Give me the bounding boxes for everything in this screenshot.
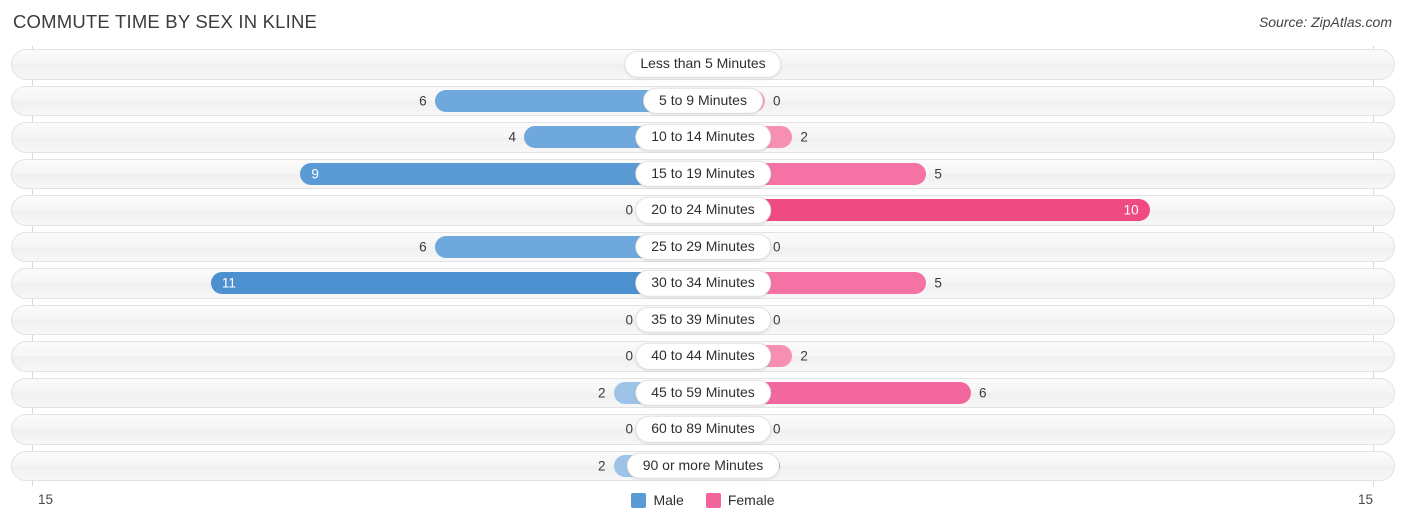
value-label-male: 6 [419, 93, 427, 108]
category-label: 40 to 44 Minutes [635, 343, 771, 370]
value-label-female: 0 [773, 312, 781, 327]
chart-header: COMMUTE TIME BY SEX IN KLINE Source: Zip… [0, 0, 1406, 46]
bar-male[interactable] [210, 272, 703, 295]
value-label-male: 0 [625, 202, 633, 218]
value-label-female: 0 [773, 93, 781, 108]
category-label: 15 to 19 Minutes [635, 160, 771, 187]
category-label: 60 to 89 Minutes [635, 416, 771, 443]
chart-row[interactable]: 0 2 40 to 44 Minutes [0, 338, 1406, 375]
category-label: 25 to 29 Minutes [635, 233, 771, 260]
legend-item-male[interactable]: Male [631, 492, 684, 508]
value-label-female: 0 [773, 239, 781, 254]
chart-row[interactable]: 00Less than 5 Minutes [0, 46, 1406, 83]
legend-item-female[interactable]: Female [705, 492, 775, 508]
category-label: 45 to 59 Minutes [635, 379, 771, 406]
value-label-male: 2 [598, 458, 606, 473]
value-label-male: 4 [508, 129, 517, 145]
value-label-female: 5 [934, 275, 942, 291]
value-label-male: 6 [419, 239, 427, 254]
category-label: 30 to 34 Minutes [635, 270, 771, 297]
value-label-male: 9 [311, 166, 319, 181]
value-label-female: 6 [979, 385, 987, 400]
value-label-male: 0 [625, 421, 633, 437]
value-label-male: 0 [625, 312, 633, 327]
category-label: 10 to 14 Minutes [635, 124, 771, 151]
value-label-female: 2 [800, 129, 808, 145]
value-label-female: 0 [773, 421, 781, 437]
value-label-male: 2 [598, 385, 606, 400]
legend-swatch-male-icon [631, 492, 647, 508]
value-label-female: 5 [934, 166, 942, 181]
chart-footer: 15 15 Male Female [0, 486, 1406, 523]
chart-row[interactable]: 11 5 30 to 34 Minutes [0, 265, 1406, 302]
legend-swatch-female-icon [705, 492, 721, 508]
chart-plot-area: 00Less than 5 Minutes605 to 9 Minutes421… [0, 46, 1406, 486]
chart-row[interactable]: 0 0 60 to 89 Minutes [0, 411, 1406, 448]
source-attribution: Source: ZipAtlas.com [1258, 14, 1392, 30]
value-label-male: 0 [625, 348, 633, 364]
chart-row[interactable]: 2 6 45 to 59 Minutes [0, 375, 1406, 412]
chart-row[interactable]: 6 0 25 to 29 Minutes [0, 229, 1406, 266]
legend-label-male: Male [653, 492, 684, 508]
chart-row[interactable]: 0 10 20 to 24 Minutes [0, 192, 1406, 229]
chart-row[interactable]: 6 0 5 to 9 Minutes [0, 83, 1406, 120]
category-label: Less than 5 Minutes [624, 51, 782, 78]
page-title: COMMUTE TIME BY SEX IN KLINE [13, 11, 318, 32]
category-label: 90 or more Minutes [626, 452, 780, 479]
chart-row[interactable]: 0 0 35 to 39 Minutes [0, 302, 1406, 339]
value-label-female: 2 [800, 348, 808, 364]
chart-row[interactable]: 2090 or more Minutes [0, 448, 1406, 485]
legend-label-female: Female [727, 492, 775, 508]
chart-legend: Male Female [0, 492, 1406, 508]
chart-rows: 00Less than 5 Minutes605 to 9 Minutes421… [0, 46, 1406, 484]
chart-row[interactable]: 9 5 15 to 19 Minutes [0, 156, 1406, 193]
category-label: 35 to 39 Minutes [635, 306, 771, 333]
category-label: 5 to 9 Minutes [643, 87, 763, 114]
category-label: 20 to 24 Minutes [635, 197, 771, 224]
value-label-male: 11 [221, 275, 236, 291]
chart-row[interactable]: 4 2 10 to 14 Minutes [0, 119, 1406, 156]
value-label-female: 10 [1123, 202, 1139, 218]
